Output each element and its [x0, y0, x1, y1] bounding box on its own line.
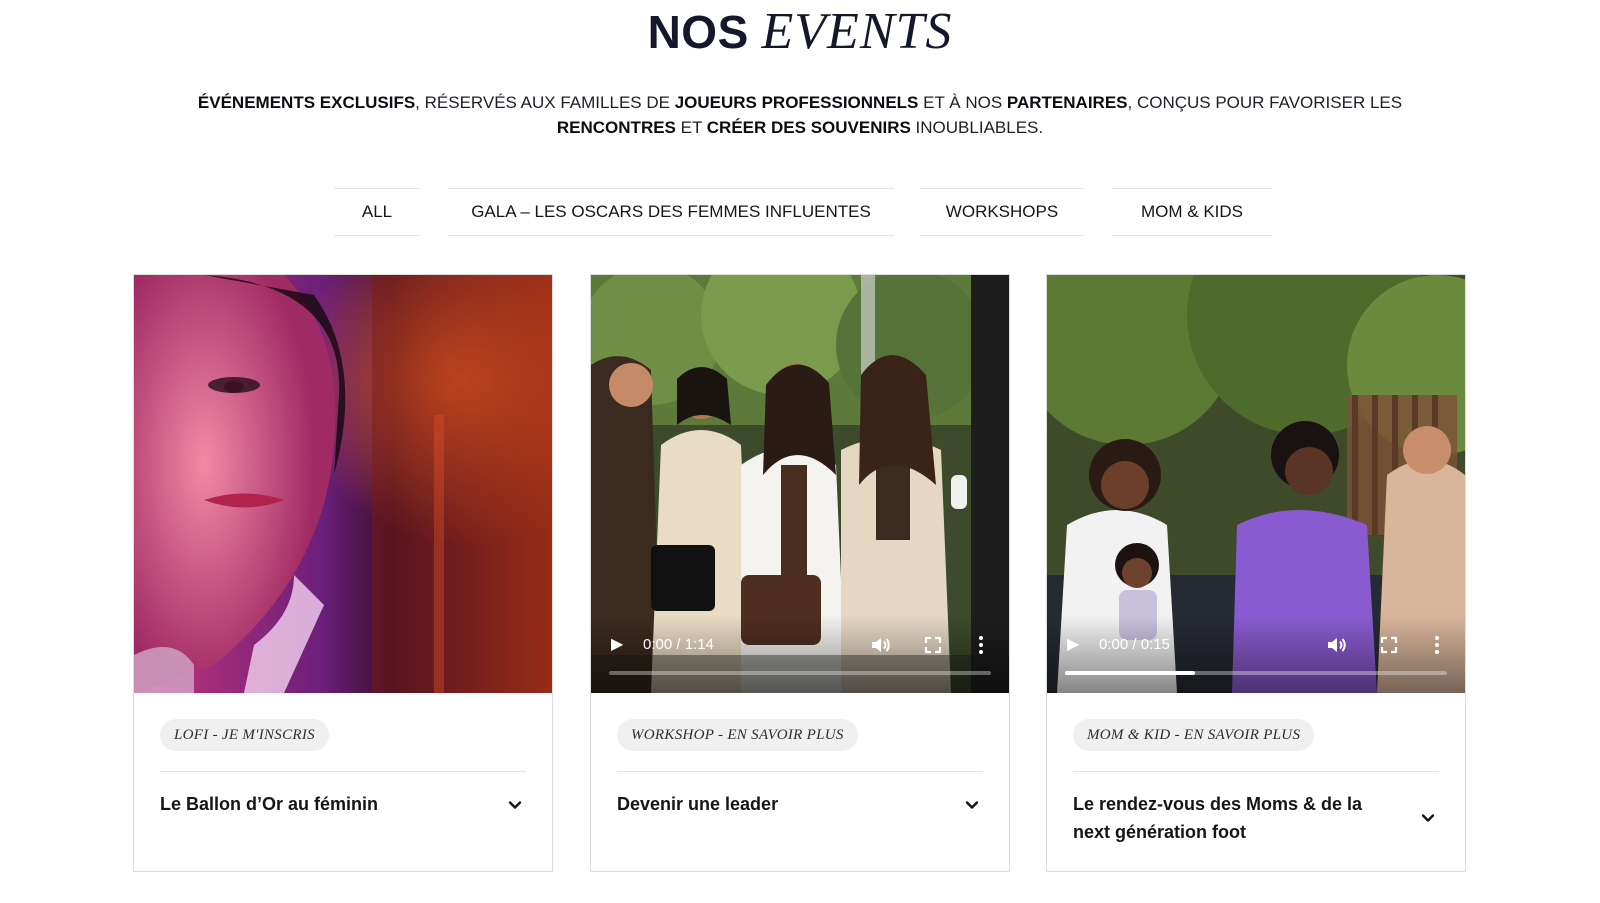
video-time: 0:00 / 1:14: [643, 636, 714, 653]
tab-workshops[interactable]: WORKSHOPS: [920, 188, 1084, 236]
tab-all[interactable]: ALL: [334, 188, 420, 236]
event-image[interactable]: [134, 275, 552, 693]
fullscreen-icon[interactable]: [1377, 633, 1401, 657]
more-options-icon[interactable]: [975, 633, 987, 657]
tab-gala[interactable]: GALA – LES OSCARS DES FEMMES INFLUENTES: [448, 188, 894, 236]
volume-icon[interactable]: [1325, 633, 1349, 657]
more-options-icon[interactable]: [1431, 633, 1443, 657]
event-card-workshop: ▶ 0:00 / 1:14 WORKSHOP - EN SAVOIR PLUS …: [590, 274, 1010, 872]
intro-text-2: ET À NOS: [918, 93, 1007, 112]
video-progress-bar[interactable]: [1065, 671, 1447, 675]
filter-tabs: ALL GALA – LES OSCARS DES FEMMES INFLUEN…: [0, 188, 1600, 236]
intro-bold-exclusifs: ÉVÉNEMENTS EXCLUSIFS: [197, 93, 416, 112]
intro-text-5: INOUBLIABLES.: [910, 118, 1044, 137]
intro-text-1: , RÉSERVÉS AUX FAMILLES DE: [415, 93, 675, 112]
chevron-down-icon[interactable]: [506, 796, 524, 814]
intro-bold-partenaires: PARTENAIRES: [1006, 93, 1128, 112]
video-time: 0:00 / 0:15: [1099, 636, 1170, 653]
page-title-part2: EVENTS: [761, 3, 953, 60]
intro-text: ÉVÉNEMENTS EXCLUSIFS, RÉSERVÉS AUX FAMIL…: [180, 90, 1420, 140]
event-title[interactable]: Le rendez-vous des Moms & de la next gén…: [1073, 790, 1393, 846]
intro-bold-rencontres: RENCONTRES: [556, 118, 676, 137]
play-icon[interactable]: ▶: [1067, 635, 1085, 655]
event-video[interactable]: ▶ 0:00 / 1:14: [591, 275, 1009, 693]
card-divider: [160, 771, 526, 772]
intro-text-4: ET: [675, 118, 707, 137]
page-title: NOS EVENTS: [0, 4, 1600, 60]
video-controls: ▶ 0:00 / 0:15: [1047, 615, 1465, 693]
event-video[interactable]: ▶ 0:00 / 0:15: [1047, 275, 1465, 693]
event-title[interactable]: Le Ballon d’Or au féminin: [160, 790, 480, 818]
intro-bold-souvenirs: CRÉER DES SOUVENIRS: [706, 118, 911, 137]
card-divider: [1073, 771, 1439, 772]
event-tag-link[interactable]: WORKSHOP - EN SAVOIR PLUS: [617, 719, 858, 751]
volume-icon[interactable]: [869, 633, 893, 657]
event-card-lofi: LOFI - JE M'INSCRIS Le Ballon d’Or au fé…: [133, 274, 553, 872]
page-title-part1: NOS: [647, 6, 749, 58]
event-title[interactable]: Devenir une leader: [617, 790, 937, 818]
card-divider: [617, 771, 983, 772]
chevron-down-icon[interactable]: [963, 796, 981, 814]
intro-text-3: , CONÇUS POUR FAVORISER LES: [1127, 93, 1403, 112]
video-progress-fill: [1065, 671, 1195, 675]
video-progress-bar[interactable]: [609, 671, 991, 675]
tab-mom-kids[interactable]: MOM & KIDS: [1112, 188, 1272, 236]
event-tag-link[interactable]: LOFI - JE M'INSCRIS: [160, 719, 329, 751]
event-tag-link[interactable]: MOM & KID - EN SAVOIR PLUS: [1073, 719, 1315, 751]
fullscreen-icon[interactable]: [921, 633, 945, 657]
play-icon[interactable]: ▶: [611, 635, 629, 655]
event-photo-gala: [134, 275, 552, 693]
intro-bold-joueurs: JOUEURS PROFESSIONNELS: [674, 93, 919, 112]
video-controls: ▶ 0:00 / 1:14: [591, 615, 1009, 693]
event-card-mom-kid: ▶ 0:00 / 0:15 MOM & KID - EN SAVOIR PLUS…: [1046, 274, 1466, 872]
chevron-down-icon[interactable]: [1419, 809, 1437, 827]
